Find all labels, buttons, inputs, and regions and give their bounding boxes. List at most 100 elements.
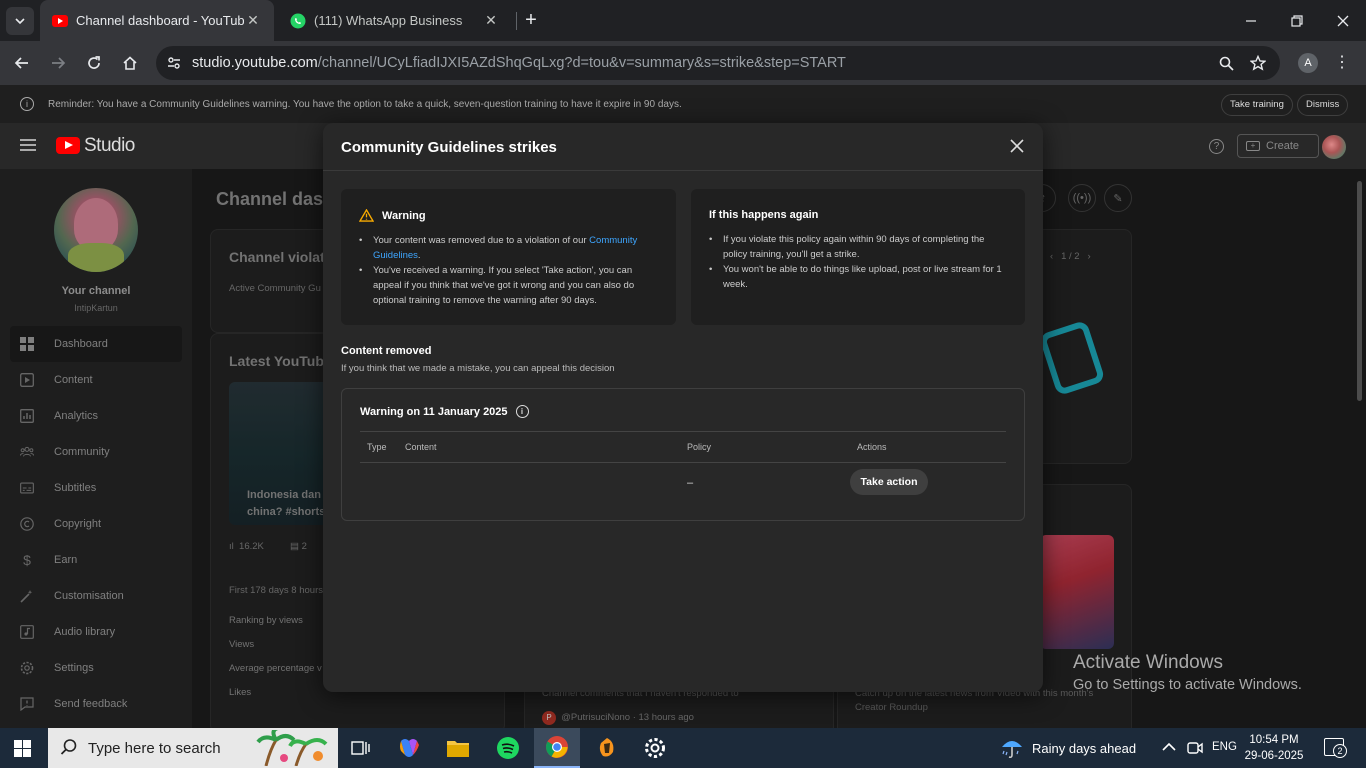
chevron-down-icon bbox=[15, 18, 25, 25]
create-button[interactable]: + Create bbox=[1237, 134, 1319, 158]
browser-toolbar: studio.youtube.com/channel/UCyLfiadIJXI5… bbox=[0, 41, 1366, 85]
repeat-heading: If this happens again bbox=[709, 209, 819, 221]
activate-windows-subtitle: Go to Settings to activate Windows. bbox=[1073, 677, 1302, 693]
repeat-bullet: You won't be able to do things like uplo… bbox=[709, 262, 1009, 292]
forward-button[interactable] bbox=[44, 49, 72, 77]
warning-triangle-icon bbox=[359, 209, 374, 222]
tab-title: (111) WhatsApp Business bbox=[314, 13, 463, 28]
account-avatar[interactable] bbox=[1322, 135, 1346, 159]
language-indicator[interactable]: ENG bbox=[1212, 741, 1237, 753]
warning-bullet: Your content was removed due to a violat… bbox=[359, 233, 659, 263]
column-header-policy: Policy bbox=[687, 442, 712, 452]
address-bar[interactable]: studio.youtube.com/channel/UCyLfiadIJXI5… bbox=[156, 46, 1280, 80]
chrome-button[interactable] bbox=[534, 728, 580, 768]
reload-button[interactable] bbox=[80, 49, 108, 77]
help-icon[interactable]: ? bbox=[1209, 139, 1224, 154]
chrome-icon bbox=[546, 736, 568, 758]
notifications-count: 2 bbox=[1333, 744, 1347, 758]
content-removed-title: Content removed bbox=[341, 345, 432, 357]
copilot-button[interactable] bbox=[386, 728, 432, 768]
reminder-banner: i Reminder: You have a Community Guideli… bbox=[0, 85, 1366, 123]
take-action-button[interactable]: Take action bbox=[850, 469, 928, 495]
clock-date: 29-06-2025 bbox=[1244, 750, 1304, 762]
gear-icon bbox=[645, 738, 665, 758]
bookmark-star-icon[interactable] bbox=[1248, 53, 1268, 73]
windows-start-icon[interactable] bbox=[14, 740, 31, 757]
task-view-button[interactable] bbox=[338, 728, 384, 768]
warning-heading: Warning bbox=[359, 209, 426, 222]
close-dialog-button[interactable] bbox=[1007, 137, 1027, 157]
restore-button[interactable] bbox=[1274, 0, 1320, 41]
warning-card: Warning Your content was removed due to … bbox=[341, 189, 676, 325]
table-divider bbox=[360, 462, 1006, 463]
tab-whatsapp[interactable]: (111) WhatsApp Business ✕ bbox=[278, 0, 512, 41]
table-divider bbox=[360, 431, 1006, 432]
activate-windows-title: Activate Windows bbox=[1073, 652, 1223, 673]
close-icon bbox=[1010, 139, 1024, 153]
youtube-favicon-icon bbox=[52, 14, 68, 27]
close-tab-icon[interactable]: ✕ bbox=[482, 12, 500, 29]
zoom-icon[interactable] bbox=[1216, 53, 1236, 73]
minimize-icon bbox=[1246, 19, 1256, 22]
fl-studio-icon bbox=[599, 738, 614, 757]
task-view-icon bbox=[351, 741, 370, 755]
whatsapp-favicon-icon bbox=[290, 13, 306, 28]
url-host: studio.youtube.com bbox=[192, 55, 318, 71]
weather-text[interactable]: Rainy days ahead bbox=[1032, 741, 1136, 756]
dismiss-button[interactable]: Dismiss bbox=[1297, 94, 1349, 116]
dialog-title: Community Guidelines strikes bbox=[341, 139, 557, 156]
column-header-type: Type bbox=[367, 442, 387, 452]
file-explorer-button[interactable] bbox=[435, 728, 481, 768]
take-training-button[interactable]: Take training bbox=[1221, 94, 1293, 116]
strikes-dialog: Community Guidelines strikes Warning You… bbox=[323, 123, 1043, 692]
site-info-icon[interactable] bbox=[164, 53, 184, 73]
chevron-up-icon[interactable] bbox=[1162, 741, 1176, 753]
clock-time: 10:54 PM bbox=[1249, 734, 1299, 746]
info-icon[interactable]: i bbox=[515, 405, 529, 418]
profile-avatar[interactable]: A bbox=[1298, 53, 1318, 73]
close-icon bbox=[1337, 15, 1349, 26]
palm-tree-decoration-icon bbox=[256, 730, 328, 766]
warning-date: Warning on 11 January 2025 i bbox=[360, 405, 529, 418]
tab-youtube-studio[interactable]: Channel dashboard - YouTube Studio ✕ bbox=[40, 0, 274, 41]
reload-icon bbox=[88, 56, 100, 69]
weather-umbrella-icon bbox=[1002, 741, 1022, 759]
meet-now-icon[interactable] bbox=[1186, 739, 1204, 757]
spotify-icon bbox=[497, 737, 519, 759]
copilot-icon bbox=[400, 739, 419, 757]
close-tab-icon[interactable]: ✕ bbox=[244, 12, 262, 29]
search-icon bbox=[60, 739, 77, 755]
more-menu-icon[interactable]: ⋮ bbox=[1334, 53, 1350, 73]
browser-tab-bar: Channel dashboard - YouTube Studio ✕ (11… bbox=[0, 0, 1366, 41]
repeat-consequence-card: If this happens again If you violate thi… bbox=[691, 189, 1025, 325]
home-icon bbox=[123, 56, 137, 70]
tab-search-button[interactable] bbox=[6, 7, 34, 35]
dialog-header: Community Guidelines strikes bbox=[323, 123, 1043, 171]
youtube-logo-icon[interactable] bbox=[56, 137, 80, 154]
menu-icon[interactable] bbox=[20, 139, 36, 151]
url-path: /channel/UCyLfiadIJXI5AZdShqGqLxg?d=tou&… bbox=[317, 55, 846, 71]
create-video-icon: + bbox=[1246, 141, 1260, 151]
strike-table-card: Warning on 11 January 2025 i Type Conten… bbox=[341, 388, 1025, 521]
minimize-button[interactable] bbox=[1228, 0, 1274, 41]
studio-logo-text[interactable]: Studio bbox=[84, 135, 135, 157]
settings-app-button[interactable] bbox=[632, 728, 678, 768]
column-header-actions: Actions bbox=[857, 442, 887, 452]
clock[interactable]: 10:54 PM 29-06-2025 bbox=[1240, 732, 1308, 764]
new-tab-button[interactable]: + bbox=[520, 9, 542, 31]
spotify-button[interactable] bbox=[485, 728, 531, 768]
folder-icon bbox=[447, 741, 469, 757]
home-button[interactable] bbox=[116, 49, 144, 77]
fl-studio-button[interactable] bbox=[584, 728, 630, 768]
back-button[interactable] bbox=[8, 49, 36, 77]
warning-bullet: You've received a warning. If you select… bbox=[359, 263, 659, 308]
reminder-text: Reminder: You have a Community Guideline… bbox=[48, 99, 682, 110]
column-header-content: Content bbox=[405, 442, 437, 452]
close-window-button[interactable] bbox=[1320, 0, 1366, 41]
repeat-bullet: If you violate this policy again within … bbox=[709, 232, 1009, 262]
repeat-list: If you violate this policy again within … bbox=[709, 232, 1009, 292]
create-label: Create bbox=[1266, 140, 1300, 152]
policy-value: – bbox=[687, 477, 694, 489]
windows-taskbar: Type here to search Rainy days ahead ENG… bbox=[0, 728, 1366, 768]
tab-title: Channel dashboard - YouTube Studio bbox=[76, 13, 244, 28]
